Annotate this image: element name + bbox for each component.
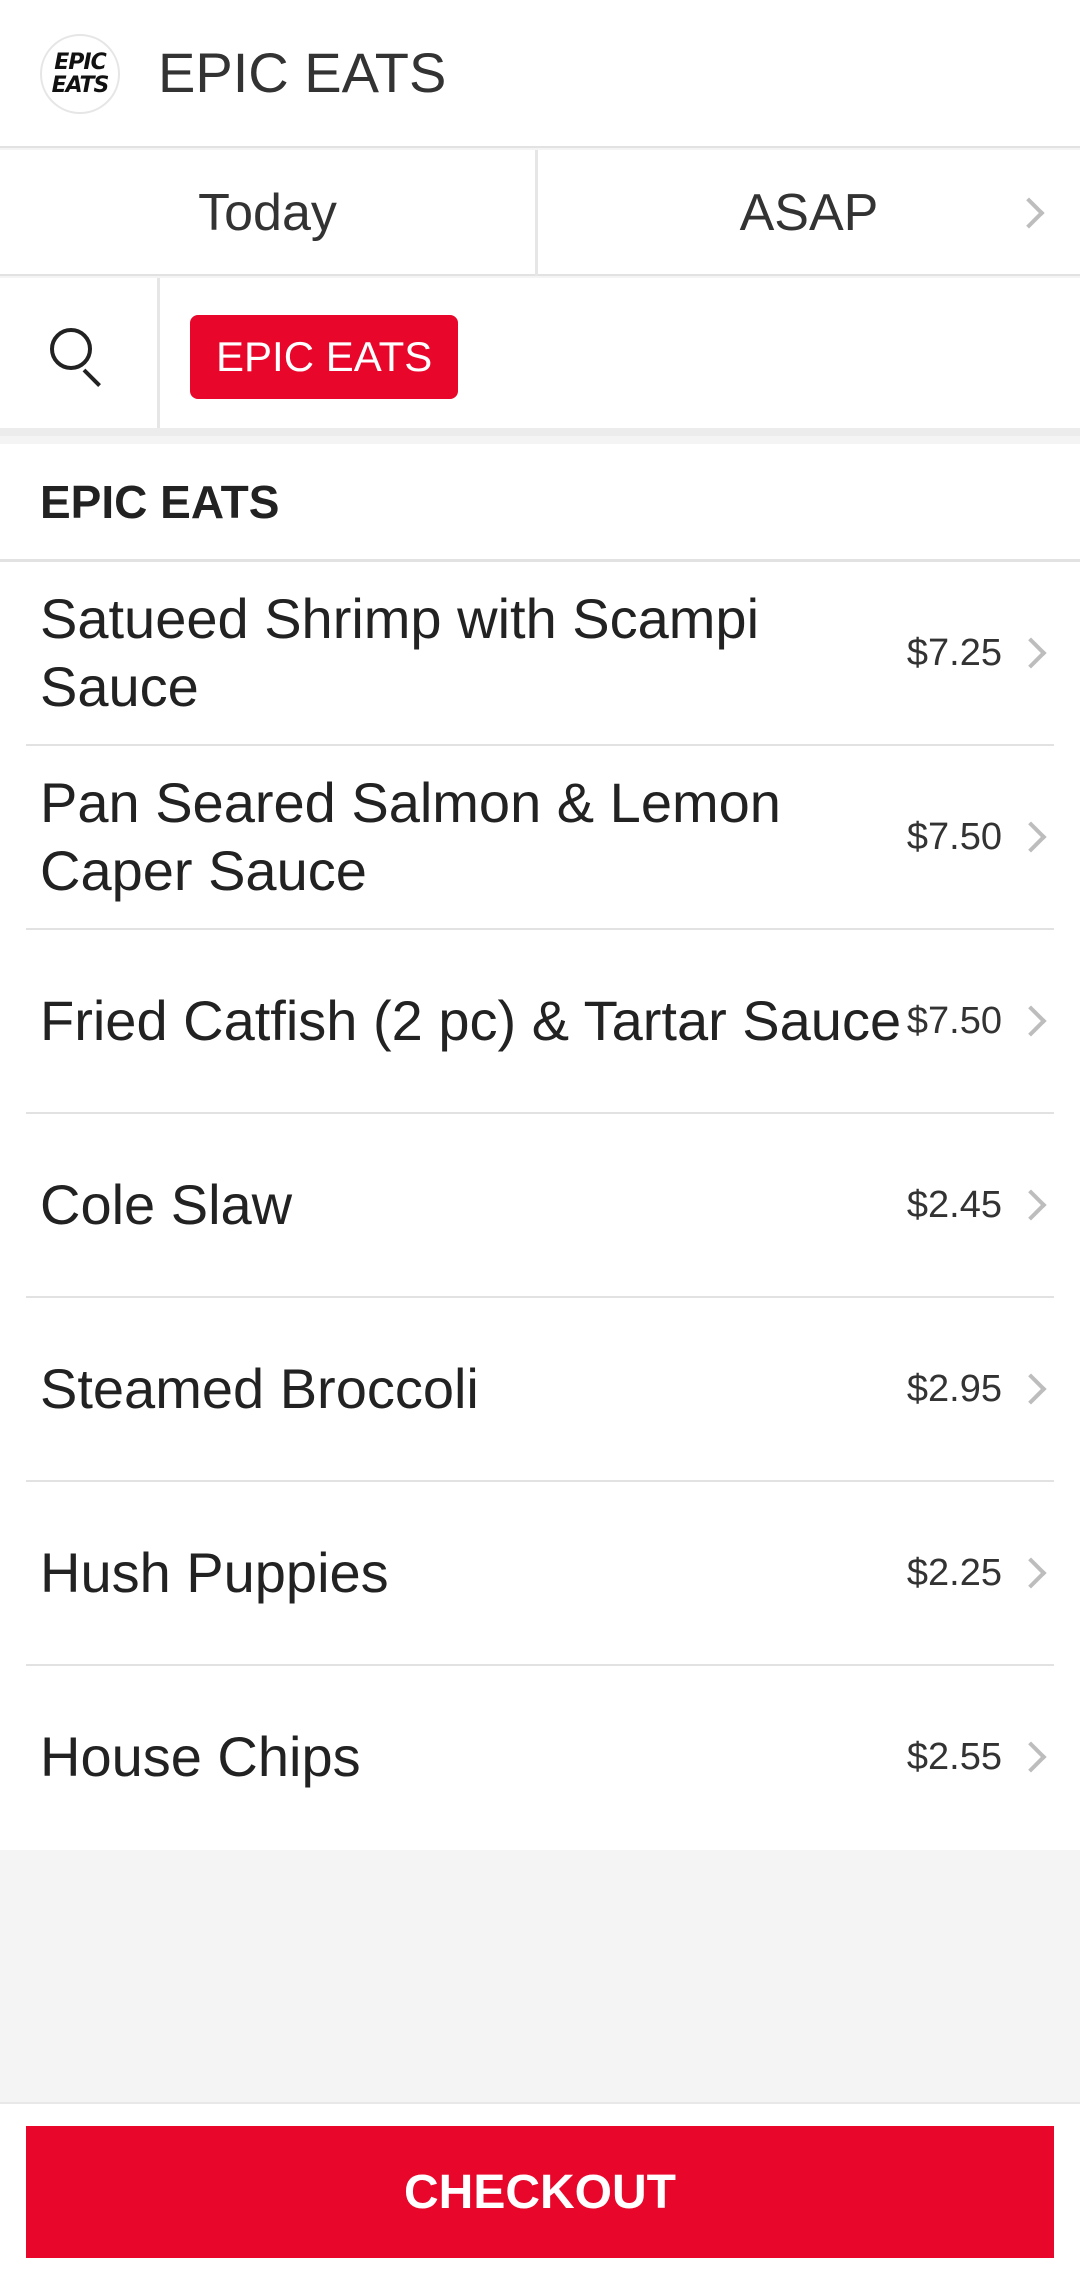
schedule-time-label: ASAP bbox=[739, 184, 879, 242]
page-title: EPIC EATS bbox=[158, 41, 447, 104]
search-icon bbox=[50, 328, 108, 388]
chevron-right-icon bbox=[1015, 1005, 1047, 1037]
menu-item-price: $2.95 bbox=[906, 1367, 1002, 1410]
category-chip-active[interactable]: EPIC EATS bbox=[190, 315, 459, 399]
menu-item[interactable]: Fried Catfish (2 pc) & Tartar Sauce $7.5… bbox=[26, 930, 1054, 1114]
schedule-bar: Today ASAP bbox=[0, 150, 1080, 276]
chevron-right-icon bbox=[1015, 1189, 1047, 1221]
menu-item-name: Pan Seared Salmon & Lemon Caper Sauce bbox=[40, 771, 781, 902]
menu-item-name: Satueed Shrimp with Scampi Sauce bbox=[40, 587, 760, 718]
section-header: EPIC EATS bbox=[0, 444, 1080, 562]
logo-line-2: EATS bbox=[51, 73, 110, 98]
menu-item-name: Fried Catfish (2 pc) & Tartar Sauce bbox=[40, 989, 902, 1052]
menu-item-name: Cole Slaw bbox=[40, 1173, 293, 1236]
menu-item[interactable]: Steamed Broccoli $2.95 bbox=[26, 1298, 1054, 1482]
chevron-right-icon bbox=[1015, 821, 1047, 853]
chevron-right-icon bbox=[1015, 1741, 1047, 1773]
chevron-right-icon bbox=[1015, 1373, 1047, 1405]
search-button[interactable] bbox=[0, 278, 160, 428]
menu-item[interactable]: Pan Seared Salmon & Lemon Caper Sauce $7… bbox=[26, 746, 1054, 930]
menu-item[interactable]: House Chips $2.55 bbox=[26, 1666, 1054, 1848]
menu-item-price: $2.25 bbox=[906, 1551, 1002, 1594]
menu-item-price: $7.50 bbox=[906, 815, 1002, 858]
menu-item-price: $7.50 bbox=[906, 999, 1002, 1042]
category-filter-bar: EPIC EATS bbox=[0, 278, 1080, 436]
menu-item-name: Steamed Broccoli bbox=[40, 1357, 479, 1420]
chevron-right-icon bbox=[1015, 1557, 1047, 1589]
menu-item-name: Hush Puppies bbox=[40, 1541, 389, 1604]
app-header: EPIC EATS EPIC EATS bbox=[0, 0, 1080, 148]
chevron-right-icon bbox=[1013, 197, 1045, 229]
chevron-right-icon bbox=[1015, 637, 1047, 669]
menu-item-name: House Chips bbox=[40, 1725, 361, 1788]
schedule-time-selector[interactable]: ASAP bbox=[538, 150, 1080, 276]
menu-item-price: $2.45 bbox=[906, 1183, 1002, 1226]
logo-line-1: EPIC bbox=[54, 50, 106, 75]
menu-item[interactable]: Cole Slaw $2.45 bbox=[26, 1114, 1054, 1298]
schedule-day-label: Today bbox=[198, 184, 337, 242]
brand-logo: EPIC EATS bbox=[40, 34, 120, 114]
menu-list: EPIC EATS Satueed Shrimp with Scampi Sau… bbox=[0, 444, 1080, 1850]
menu-item[interactable]: Satueed Shrimp with Scampi Sauce $7.25 bbox=[26, 562, 1054, 746]
schedule-day-selector[interactable]: Today bbox=[0, 150, 538, 276]
menu-item[interactable]: Hush Puppies $2.25 bbox=[26, 1482, 1054, 1666]
checkout-button[interactable]: CHECKOUT bbox=[26, 2126, 1054, 2258]
menu-item-price: $7.25 bbox=[906, 631, 1002, 674]
menu-item-price: $2.55 bbox=[906, 1735, 1002, 1778]
checkout-footer: CHECKOUT bbox=[0, 2102, 1080, 2281]
